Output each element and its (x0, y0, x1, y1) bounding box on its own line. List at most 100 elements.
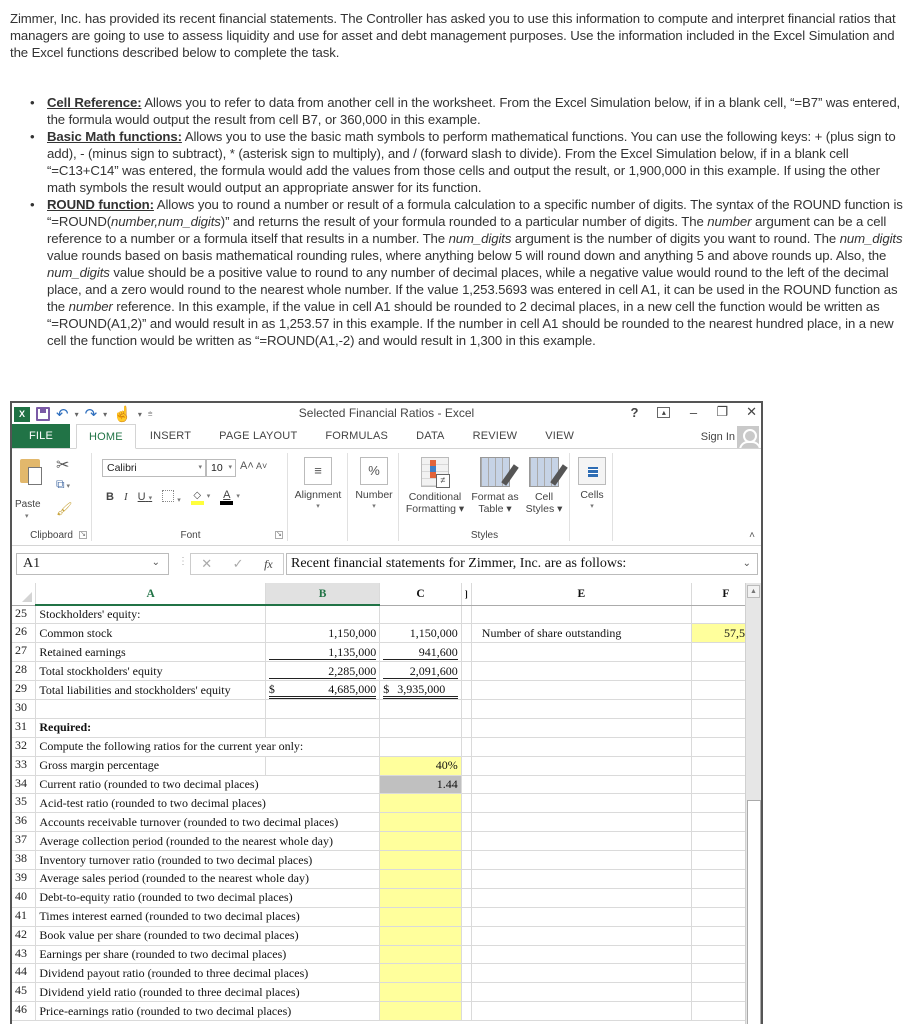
row-header[interactable]: 46 (12, 1001, 37, 1022)
cell-a44[interactable]: Dividend payout ratio (rounded to three … (35, 963, 381, 984)
cell-b29[interactable]: $4,685,000 (265, 680, 381, 700)
cell-d36[interactable] (461, 812, 472, 833)
minimize-icon[interactable]: – (688, 405, 698, 420)
cell-e33[interactable] (471, 756, 692, 776)
cell-d26[interactable] (461, 623, 472, 644)
tab-view[interactable]: VIEW (531, 424, 588, 448)
cell-a28[interactable]: Total stockholders' equity (35, 661, 266, 682)
row-header[interactable]: 43 (12, 945, 37, 965)
select-all-corner[interactable] (12, 583, 37, 606)
cell-c31[interactable] (379, 718, 462, 738)
cell-c32[interactable] (379, 737, 462, 757)
cell-b27[interactable]: 1,135,000 (265, 642, 381, 663)
chevron-down-icon[interactable]: ▾ (349, 501, 399, 513)
cell-e30[interactable] (471, 699, 692, 719)
alignment-button[interactable]: ≡ Alignment ▾ (288, 457, 348, 513)
row-header[interactable]: 30 (12, 699, 37, 719)
cell-styles-label-2[interactable]: Styles ▾ (522, 503, 566, 515)
number-label[interactable]: Number (349, 489, 399, 501)
cell-e27[interactable] (471, 642, 692, 663)
cell-c29[interactable]: $3,935,000 (379, 680, 462, 700)
cell-c46[interactable] (379, 1001, 462, 1022)
cell-e29[interactable] (471, 680, 692, 700)
cell-b25[interactable] (265, 605, 381, 625)
cell-e45[interactable] (471, 982, 692, 1003)
cell-c27[interactable]: 941,600 (379, 642, 462, 663)
conditional-formatting-icon[interactable] (421, 457, 450, 488)
cell-c34[interactable]: 1.44 (379, 775, 462, 795)
row-header[interactable]: 29 (12, 680, 37, 700)
tab-formulas[interactable]: FORMULAS (311, 424, 402, 448)
cell-c44[interactable] (379, 963, 462, 984)
help-icon[interactable]: ? (629, 405, 639, 420)
italic-button[interactable]: I (124, 491, 128, 503)
cell-e44[interactable] (471, 963, 692, 984)
close-icon[interactable]: ✕ (746, 404, 757, 420)
row-header[interactable]: 37 (12, 831, 37, 852)
cell-a40[interactable]: Debt-to-equity ratio (rounded to two dec… (35, 888, 381, 908)
chevron-down-icon[interactable]: ▾ (198, 463, 202, 471)
row-header[interactable]: 42 (12, 926, 37, 946)
row-header[interactable]: 35 (12, 793, 37, 814)
restore-icon[interactable]: ❐ (716, 404, 728, 420)
expand-formula-bar-icon[interactable]: ⌄ (743, 558, 751, 569)
cell-a37[interactable]: Average collection period (rounded to th… (35, 831, 381, 852)
cell-e42[interactable] (471, 926, 692, 946)
cell-a27[interactable]: Retained earnings (35, 642, 266, 663)
cell-d33[interactable] (461, 756, 472, 776)
cell-c40[interactable] (379, 888, 462, 908)
font-color-button[interactable]: A ▾ (220, 489, 240, 505)
sign-in-label[interactable]: Sign In (701, 431, 735, 443)
cell-c33[interactable]: 40% (379, 756, 462, 776)
row-header[interactable]: 31 (12, 718, 37, 738)
font-launcher-icon[interactable]: ↘ (275, 531, 283, 539)
row-header[interactable]: 26 (12, 623, 37, 644)
formula-content[interactable]: Recent financial statements for Zimmer, … (291, 556, 626, 571)
cell-d44[interactable] (461, 963, 472, 984)
tab-file[interactable]: FILE (12, 424, 70, 448)
cell-b28[interactable]: 2,285,000 (265, 661, 381, 682)
cell-e28[interactable] (471, 661, 692, 682)
percent-icon[interactable]: % (360, 457, 388, 485)
cell-e32[interactable] (471, 737, 692, 757)
cell-a36[interactable]: Accounts receivable turnover (rounded to… (35, 812, 381, 833)
column-header-a[interactable]: A (35, 583, 266, 606)
cell-d39[interactable] (461, 869, 472, 889)
scroll-up-icon[interactable]: ▲ (747, 585, 760, 598)
font-name-select[interactable]: Calibri ▾ (102, 459, 206, 477)
cell-d35[interactable] (461, 793, 472, 814)
format-as-table-label[interactable]: Format as (470, 491, 520, 503)
clipboard-launcher-icon[interactable]: ↘ (79, 531, 87, 539)
cell-b26[interactable]: 1,150,000 (265, 623, 381, 644)
cell-a39[interactable]: Average sales period (rounded to the nea… (35, 869, 381, 889)
cell-d28[interactable] (461, 661, 472, 682)
cell-d37[interactable] (461, 831, 472, 852)
cell-a26[interactable]: Common stock (35, 623, 266, 644)
cell-d46[interactable] (461, 1001, 472, 1022)
cell-styles-icon[interactable] (529, 457, 559, 487)
alignment-label[interactable]: Alignment (288, 489, 348, 501)
cell-c25[interactable] (379, 605, 462, 625)
cell-d41[interactable] (461, 907, 472, 927)
cell-c45[interactable] (379, 982, 462, 1003)
underline-label[interactable]: U (138, 491, 146, 503)
cell-c41[interactable] (379, 907, 462, 927)
cell-d34[interactable] (461, 775, 472, 795)
row-header[interactable]: 27 (12, 642, 37, 663)
cell-a42[interactable]: Book value per share (rounded to two dec… (35, 926, 381, 946)
cell-e39[interactable] (471, 869, 692, 889)
cell-c37[interactable] (379, 831, 462, 852)
cell-c42[interactable] (379, 926, 462, 946)
cell-d43[interactable] (461, 945, 472, 965)
cell-e36[interactable] (471, 812, 692, 833)
format-as-table-button[interactable]: Format as Table ▾ (470, 457, 520, 515)
cell-b30[interactable] (265, 699, 381, 719)
alignment-icon[interactable]: ≡ (304, 457, 332, 485)
font-name-value[interactable]: Calibri (107, 462, 137, 474)
cell-e38[interactable] (471, 850, 692, 870)
cell-c38[interactable] (379, 850, 462, 870)
cell-a35[interactable]: Acid-test ratio (rounded to two decimal … (35, 793, 381, 814)
cell-e35[interactable] (471, 793, 692, 814)
format-as-table-label-2[interactable]: Table ▾ (470, 503, 520, 515)
conditional-formatting-button[interactable]: Conditional Formatting ▾ (402, 457, 468, 515)
